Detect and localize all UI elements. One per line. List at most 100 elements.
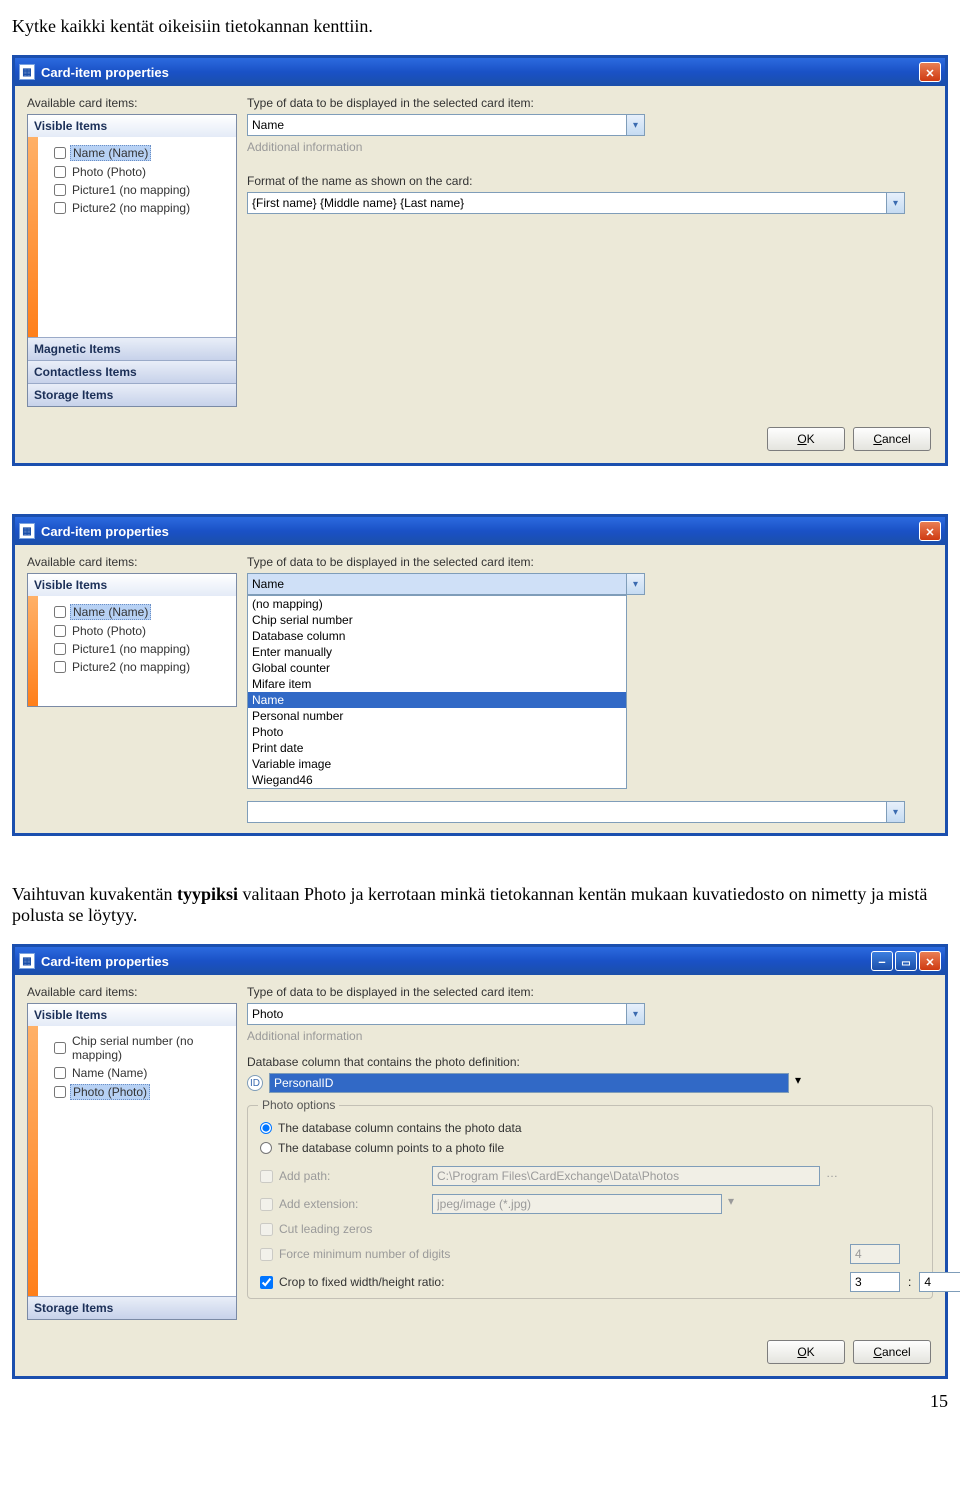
minimize-button[interactable] (871, 951, 893, 971)
type-dropdown-list[interactable]: (no mapping) Chip serial number Database… (247, 595, 627, 789)
checkbox[interactable] (54, 625, 66, 637)
db-column-label: Database column that contains the photo … (247, 1055, 933, 1069)
addext-row: Add extension: (260, 1197, 420, 1211)
type-combo[interactable] (247, 114, 933, 136)
list-item[interactable]: Picture2 (no mapping) (52, 658, 230, 676)
button-row: OK Cancel (15, 417, 945, 463)
checkbox[interactable] (54, 166, 66, 178)
app-icon: ▦ (19, 953, 35, 969)
dropdown-item[interactable]: (no mapping) (248, 596, 626, 612)
dropdown-item[interactable]: Print date (248, 740, 626, 756)
dropdown-item[interactable]: Wiegand46 (248, 772, 626, 788)
type-input[interactable] (247, 114, 627, 136)
checkbox[interactable] (54, 1086, 66, 1098)
dropdown-item[interactable]: Chip serial number (248, 612, 626, 628)
type-label: Type of data to be displayed in the sele… (247, 985, 933, 999)
chevron-down-icon[interactable] (795, 1073, 801, 1093)
page-number: 15 (12, 1391, 948, 1412)
type-combo[interactable] (247, 573, 933, 595)
checkbox[interactable] (54, 643, 66, 655)
checkbox (260, 1170, 273, 1183)
checkbox (260, 1223, 273, 1236)
app-icon: ▦ (19, 523, 35, 539)
db-column-input[interactable] (269, 1073, 789, 1093)
type-input[interactable] (247, 1003, 627, 1025)
format-input[interactable] (247, 801, 887, 823)
cancel-button[interactable]: Cancel (853, 1340, 931, 1364)
list-item[interactable]: Photo (Photo) (52, 1082, 230, 1102)
accordion: Visible Items Name (Name) Photo (Photo) … (27, 114, 237, 407)
list-item[interactable]: Picture1 (no mapping) (52, 181, 230, 199)
dropdown-item[interactable]: Database column (248, 628, 626, 644)
close-button[interactable] (919, 951, 941, 971)
list-item[interactable]: Chip serial number (no mapping) (52, 1032, 230, 1064)
checkbox[interactable] (54, 147, 66, 159)
list-item[interactable]: Picture1 (no mapping) (52, 640, 230, 658)
cancel-button[interactable]: Cancel (853, 427, 931, 451)
format-input[interactable] (247, 192, 887, 214)
format-combo[interactable] (247, 192, 933, 214)
crop-height-input[interactable] (919, 1272, 960, 1292)
visible-items-list: Chip serial number (no mapping) Name (Na… (38, 1026, 236, 1296)
list-item[interactable]: Name (Name) (52, 602, 230, 622)
checkbox[interactable] (54, 1042, 66, 1054)
checkbox[interactable] (54, 606, 66, 618)
checkbox[interactable] (54, 661, 66, 673)
chevron-down-icon[interactable] (887, 801, 905, 823)
dialog-screenshot-2: ▦ Card-item properties Available card it… (12, 514, 948, 836)
intro-text-top: Kytke kaikki kentät oikeisiin tietokanna… (12, 16, 948, 37)
chevron-down-icon[interactable] (627, 114, 645, 136)
radio[interactable] (260, 1122, 272, 1134)
section-storage[interactable]: Storage Items (28, 383, 236, 406)
chevron-down-icon[interactable] (887, 192, 905, 214)
checkbox (260, 1198, 273, 1211)
accordion: Visible Items Chip serial number (no map… (27, 1003, 237, 1320)
checkbox[interactable] (54, 184, 66, 196)
type-input[interactable] (247, 573, 627, 595)
radio[interactable] (260, 1142, 272, 1154)
section-visible[interactable]: Visible Items (28, 1004, 236, 1026)
list-item[interactable]: Name (Name) (52, 143, 230, 163)
chevron-down-icon (728, 1194, 734, 1214)
close-button[interactable] (919, 521, 941, 541)
format-label: Format of the name as shown on the card: (247, 174, 933, 188)
list-item[interactable]: Picture2 (no mapping) (52, 199, 230, 217)
close-button[interactable] (919, 62, 941, 82)
dropdown-item[interactable]: Variable image (248, 756, 626, 772)
list-item[interactable]: Photo (Photo) (52, 622, 230, 640)
maximize-button[interactable] (895, 951, 917, 971)
checkbox (260, 1248, 273, 1261)
section-visible[interactable]: Visible Items (28, 574, 236, 596)
addpath-input (432, 1166, 820, 1186)
checkbox[interactable] (54, 202, 66, 214)
close-icon (925, 524, 934, 539)
section-contactless[interactable]: Contactless Items (28, 360, 236, 383)
checkbox[interactable] (260, 1276, 273, 1289)
ok-button[interactable]: OK (767, 427, 845, 451)
chevron-down-icon[interactable] (627, 1003, 645, 1025)
titlebar: ▦ Card-item properties (15, 947, 945, 975)
section-visible[interactable]: Visible Items (28, 115, 236, 137)
section-storage[interactable]: Storage Items (28, 1296, 236, 1319)
type-combo[interactable] (247, 1003, 933, 1025)
list-item[interactable]: Name (Name) (52, 1064, 230, 1082)
radio-contains-data[interactable]: The database column contains the photo d… (260, 1118, 920, 1138)
dropdown-item[interactable]: Personal number (248, 708, 626, 724)
crop-width-input[interactable] (850, 1272, 900, 1292)
ok-button[interactable]: OK (767, 1340, 845, 1364)
window-title: Card-item properties (41, 954, 169, 969)
radio-points-file[interactable]: The database column points to a photo fi… (260, 1138, 920, 1158)
list-item[interactable]: Photo (Photo) (52, 163, 230, 181)
chevron-down-icon[interactable] (627, 573, 645, 595)
dropdown-item[interactable]: Enter manually (248, 644, 626, 660)
group-legend: Photo options (258, 1098, 339, 1112)
section-magnetic[interactable]: Magnetic Items (28, 337, 236, 360)
format-combo[interactable] (247, 801, 933, 823)
dropdown-item[interactable]: Photo (248, 724, 626, 740)
dropdown-item-selected[interactable]: Name (248, 692, 626, 708)
dropdown-item[interactable]: Mifare item (248, 676, 626, 692)
checkbox[interactable] (54, 1067, 66, 1079)
dropdown-item[interactable]: Global counter (248, 660, 626, 676)
crop-row[interactable]: Crop to fixed width/height ratio: (260, 1275, 838, 1289)
visible-items-list: Name (Name) Photo (Photo) Picture1 (no m… (38, 137, 236, 337)
